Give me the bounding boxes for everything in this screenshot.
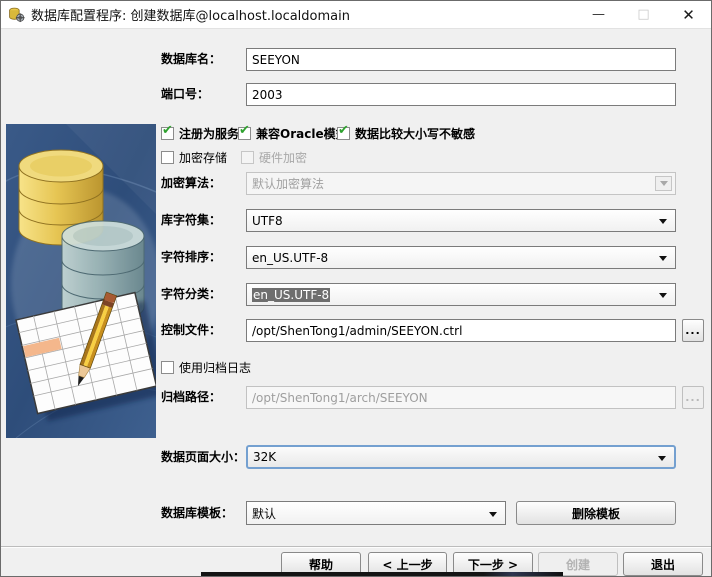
check-icon: ✔ (162, 124, 173, 137)
db-name-value: SEEYON (252, 53, 300, 67)
control-file-input[interactable]: /opt/ShenTong1/admin/SEEYON.ctrl (246, 319, 676, 342)
archive-path-browse-button: ... (682, 386, 704, 409)
checkbox-box: ✔ (161, 127, 174, 140)
checkbox-label: 硬件加密 (259, 149, 307, 166)
checkbox-register-service[interactable]: ✔ 注册为服务 (161, 125, 239, 141)
checkbox-archive-log[interactable]: 使用归档日志 (161, 359, 251, 375)
archive-path-value: /opt/ShenTong1/arch/SEEYON (252, 391, 428, 405)
checkbox-label: 使用归档日志 (179, 359, 251, 376)
taskbar-sliver (201, 572, 563, 576)
checkbox-box (161, 361, 174, 374)
window-controls: — □ ✕ (576, 1, 711, 28)
checkbox-box: ✔ (337, 127, 350, 140)
page-size-label: 数据页面大小： (161, 450, 245, 465)
dropdown-arrow-icon (660, 181, 668, 186)
dropdown-arrow-icon (659, 293, 667, 298)
dropdown-arrow-button (655, 176, 672, 191)
checkbox-box: ✔ (238, 127, 251, 140)
checkbox-hardware-encryption: 硬件加密 (241, 149, 307, 165)
delete-template-button[interactable]: 删除模板 (516, 501, 676, 525)
collate-label: 字符排序： (161, 250, 221, 265)
checkbox-label: 兼容Oracle模式 (256, 125, 348, 142)
template-combobox[interactable]: 默认 (246, 501, 506, 525)
checkbox-encrypted-storage[interactable]: 加密存储 (161, 149, 227, 165)
exit-button[interactable]: 退出 (623, 552, 703, 576)
titlebar: 数据库配置程序: 创建数据库@localhost.localdomain — □… (1, 1, 711, 29)
check-icon: ✔ (239, 124, 250, 137)
db-name-label: 数据库名： (161, 52, 221, 67)
dropdown-arrow-icon (659, 219, 667, 224)
page-size-value: 32K (253, 450, 276, 464)
control-file-browse-button[interactable]: ... (682, 319, 704, 342)
charset-label: 库字符集： (161, 213, 221, 228)
db-name-input[interactable]: SEEYON (246, 48, 676, 71)
encrypt-algo-label: 加密算法： (161, 176, 221, 191)
collate-value: en_US.UTF-8 (252, 251, 328, 265)
dropdown-arrow-icon (489, 512, 497, 517)
dropdown-arrow-icon (658, 456, 666, 461)
control-file-value: /opt/ShenTong1/admin/SEEYON.ctrl (252, 324, 462, 338)
ctype-value-selected: en_US.UTF-8 (252, 288, 330, 302)
port-label: 端口号： (161, 87, 209, 102)
ctype-combobox[interactable]: en_US.UTF-8 (246, 283, 676, 306)
page-size-combobox[interactable]: 32K (246, 445, 676, 469)
charset-value: UTF8 (252, 214, 283, 228)
database-illustration (6, 124, 156, 438)
checkbox-label: 数据比较大小写不敏感 (355, 125, 475, 142)
collate-combobox[interactable]: en_US.UTF-8 (246, 246, 676, 269)
port-input[interactable]: 2003 (246, 83, 676, 106)
encrypt-algo-combobox: 默认加密算法 (246, 172, 676, 195)
template-label: 数据库模板： (161, 506, 233, 521)
template-value: 默认 (252, 505, 276, 522)
checkbox-oracle-mode[interactable]: ✔ 兼容Oracle模式 (238, 125, 348, 141)
check-icon: ✔ (338, 124, 349, 137)
app-icon (8, 6, 25, 23)
ctype-label: 字符分类： (161, 287, 221, 302)
minimize-button[interactable]: — (576, 1, 621, 28)
archive-path-input: /opt/ShenTong1/arch/SEEYON (246, 386, 676, 409)
archive-path-label: 归档路径： (161, 390, 221, 405)
charset-combobox[interactable]: UTF8 (246, 209, 676, 232)
dialog-window: 数据库配置程序: 创建数据库@localhost.localdomain — □… (0, 0, 712, 577)
encrypt-algo-value: 默认加密算法 (252, 175, 324, 192)
close-button[interactable]: ✕ (666, 1, 711, 28)
checkbox-box (161, 151, 174, 164)
control-file-label: 控制文件： (161, 323, 221, 338)
checkbox-case-insensitive[interactable]: ✔ 数据比较大小写不敏感 (337, 125, 475, 141)
port-value: 2003 (252, 88, 283, 102)
checkbox-label: 加密存储 (179, 149, 227, 166)
maximize-button: □ (621, 1, 666, 28)
checkbox-label: 注册为服务 (179, 125, 239, 142)
window-title: 数据库配置程序: 创建数据库@localhost.localdomain (31, 5, 350, 24)
separator-line (1, 546, 711, 548)
checkbox-box (241, 151, 254, 164)
dropdown-arrow-icon (659, 256, 667, 261)
